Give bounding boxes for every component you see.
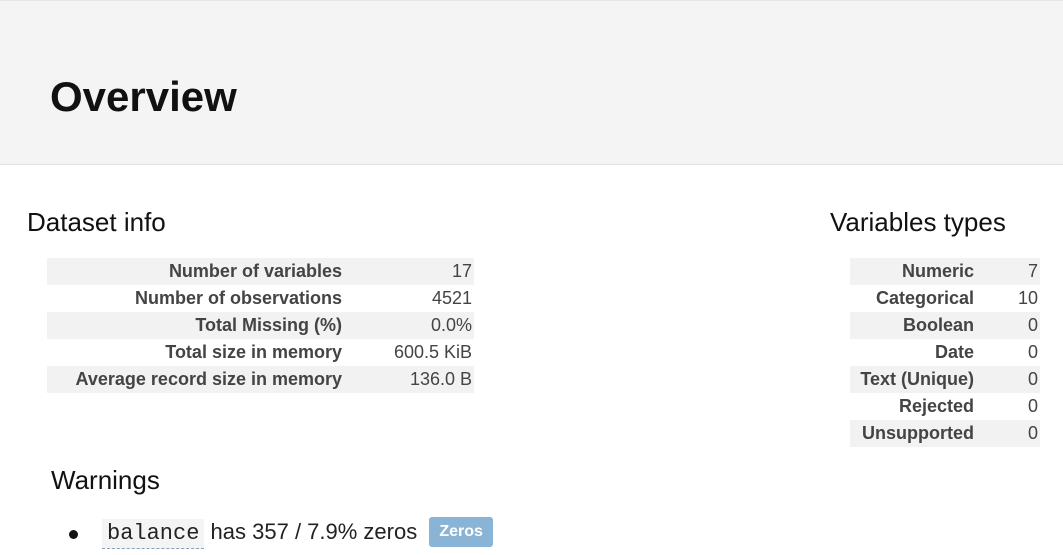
warning-text: has 357 / 7.9% zeros — [210, 519, 418, 544]
warnings-title: Warnings — [51, 465, 160, 495]
list-item: balance has 357 / 7.9% zeros Zeros — [0, 512, 493, 552]
variable-type-count: 0 — [1027, 396, 1038, 416]
variable-type-label: Text (Unique) — [850, 366, 974, 393]
variable-type-count: 10 — [1017, 288, 1038, 308]
dataset-info-value: 136.0 B — [342, 366, 474, 393]
dataset-info-value: 4521 — [431, 288, 472, 308]
dataset-info-label: Number of variables — [47, 258, 342, 285]
table-row: Numeric 7 — [850, 258, 1040, 285]
variable-type-count: 0 — [974, 312, 1040, 339]
dataset-info-value: 0.0% — [342, 312, 474, 339]
dataset-info-label: Average record size in memory — [47, 366, 342, 393]
table-row: Total Missing (%) 0.0% — [47, 312, 474, 339]
dataset-info-label: Number of observations — [134, 288, 342, 308]
variable-type-label: Categorical — [875, 288, 974, 308]
table-row: Number of variables 17 — [47, 258, 474, 285]
dataset-info-value: 600.5 KiB — [393, 342, 472, 362]
table-row: Categorical 10 — [850, 285, 1040, 312]
variable-type-count: 7 — [974, 258, 1040, 285]
dataset-info-title: Dataset info — [27, 207, 166, 237]
variable-type-label: Date — [934, 342, 974, 362]
variable-types-table: Numeric 7 Categorical 10 Boolean 0 Date … — [850, 258, 1040, 447]
zeros-badge: Zeros — [429, 517, 493, 547]
table-row: Date 0 — [850, 339, 1040, 366]
variable-type-count: 0 — [1027, 342, 1038, 362]
dataset-info-table: Number of variables 17 Number of observa… — [47, 258, 474, 393]
table-row: Rejected 0 — [850, 393, 1040, 420]
bullet-icon — [69, 530, 78, 539]
table-row: Average record size in memory 136.0 B — [47, 366, 474, 393]
overview-page: Overview Dataset info Number of variable… — [0, 0, 1063, 555]
warnings-list: balance has 357 / 7.9% zeros Zeros — [0, 512, 493, 552]
table-row: Unsupported 0 — [850, 420, 1040, 447]
dataset-info-value: 17 — [342, 258, 474, 285]
table-row: Boolean 0 — [850, 312, 1040, 339]
page-title: Overview — [50, 73, 237, 120]
variable-type-label: Numeric — [850, 258, 974, 285]
overview-header: Overview — [0, 0, 1063, 165]
variable-type-count: 0 — [974, 366, 1040, 393]
warning-variable-link[interactable]: balance — [102, 519, 205, 549]
variable-type-label: Rejected — [898, 396, 974, 416]
table-row: Total size in memory 600.5 KiB — [47, 339, 474, 366]
variable-type-label: Unsupported — [850, 420, 974, 447]
table-row: Number of observations 4521 — [47, 285, 474, 312]
variable-type-count: 0 — [974, 420, 1040, 447]
dataset-info-label: Total size in memory — [165, 342, 342, 362]
variable-type-label: Boolean — [850, 312, 974, 339]
variable-types-title: Variables types — [830, 207, 1006, 237]
dataset-info-label: Total Missing (%) — [47, 312, 342, 339]
table-row: Text (Unique) 0 — [850, 366, 1040, 393]
